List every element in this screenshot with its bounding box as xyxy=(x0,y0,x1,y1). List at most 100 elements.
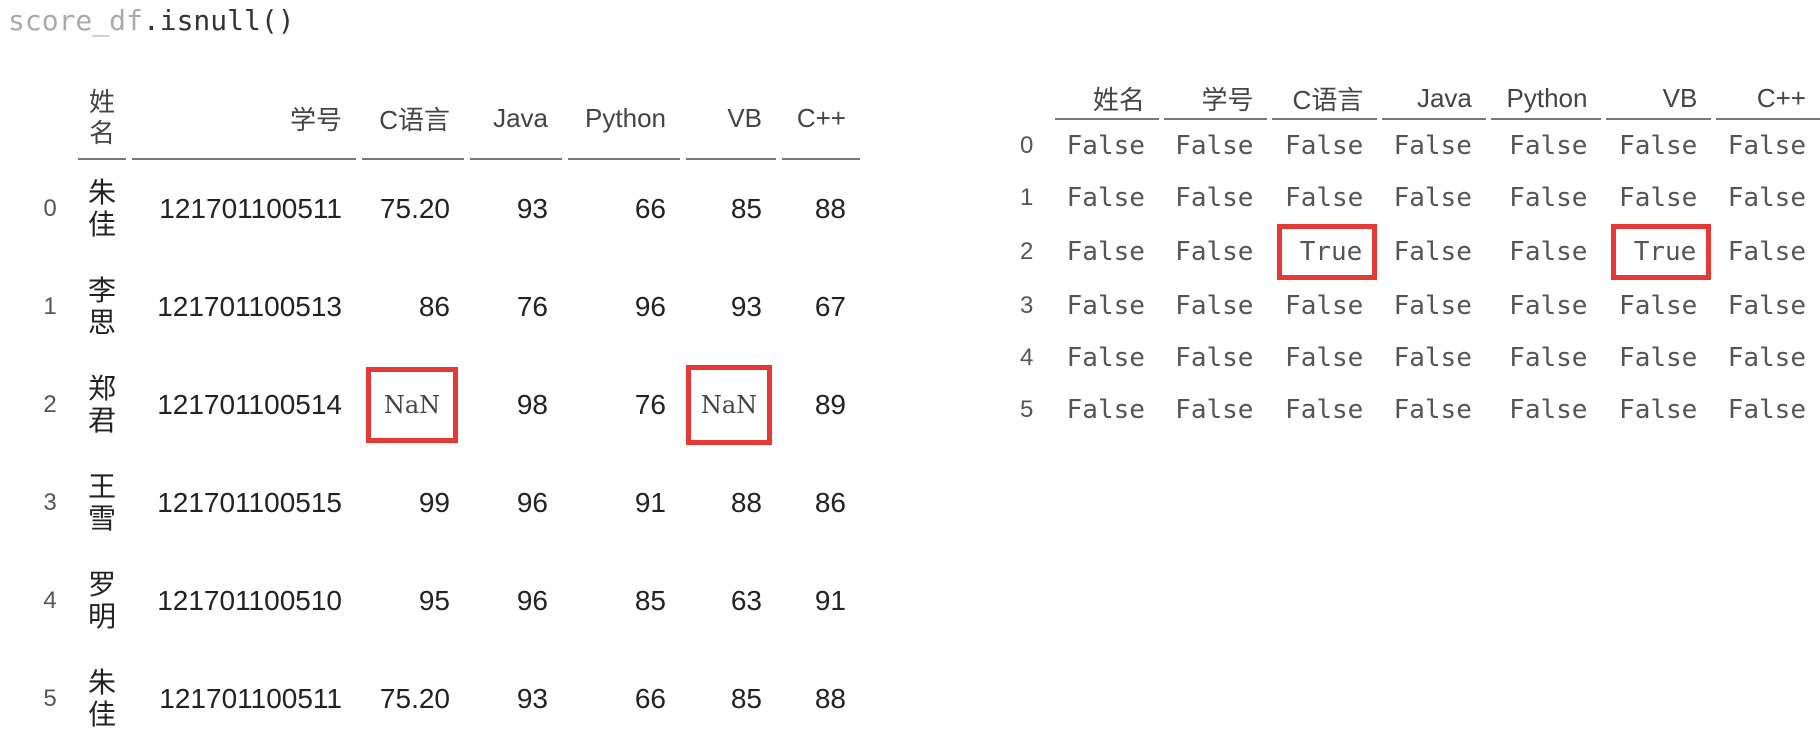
bool-cell: False xyxy=(1285,395,1364,425)
cell-vb-missing: NaN xyxy=(686,356,776,454)
column-header-vb: VB xyxy=(686,78,776,160)
cell-python: 66 xyxy=(634,683,666,714)
cell-c: 75.20 xyxy=(379,193,450,224)
table-row: 3 王雪 121701100515 99 96 91 88 86 xyxy=(22,454,860,552)
cell-cpp: 89 xyxy=(814,389,846,420)
score-dataframe-table: 姓名 学号 C语言 Java Python VB C++ 0 朱佳 121701… xyxy=(22,78,860,748)
true-highlight-box: True xyxy=(1611,224,1712,280)
bool-cell: False xyxy=(1285,131,1364,161)
index-header xyxy=(22,78,78,160)
cell-cpp: 91 xyxy=(814,585,846,616)
row-index: 1 xyxy=(1020,184,1034,211)
row-index: 4 xyxy=(43,587,57,614)
row-index: 1 xyxy=(43,293,57,320)
cell-vb: 93 xyxy=(730,291,762,322)
column-header-cpp: C++ xyxy=(782,78,860,160)
bool-cell-true: True xyxy=(1272,224,1378,280)
column-header-java: Java xyxy=(1382,78,1486,120)
bool-cell: False xyxy=(1509,237,1588,267)
bool-cell: False xyxy=(1393,183,1472,213)
table-row: 3 False False False False False False Fa… xyxy=(1020,280,1820,332)
cell-cpp: 67 xyxy=(814,291,846,322)
column-header-name: 姓名 xyxy=(78,78,126,160)
cell-name: 罗明 xyxy=(87,568,116,632)
cell-java: 96 xyxy=(516,487,548,518)
cell-sid: 121701100511 xyxy=(159,193,342,224)
bool-cell: False xyxy=(1393,237,1472,267)
cell-name: 朱佳 xyxy=(87,176,116,240)
bool-cell: False xyxy=(1066,395,1145,425)
bool-cell: False xyxy=(1175,291,1254,321)
row-index: 2 xyxy=(1020,238,1034,265)
cell-vb: 85 xyxy=(730,193,762,224)
column-header-cpp: C++ xyxy=(1716,78,1820,120)
cell-python: 91 xyxy=(634,487,666,518)
table-row: 2 郑君 121701100514 NaN 98 76 NaN 89 xyxy=(22,356,860,454)
row-index: 3 xyxy=(1020,292,1034,319)
bool-cell: False xyxy=(1727,183,1806,213)
table-row: 5 False False False False False False Fa… xyxy=(1020,384,1820,436)
bool-cell: False xyxy=(1509,131,1588,161)
bool-cell: False xyxy=(1175,131,1254,161)
table-row: 4 罗明 121701100510 95 96 85 63 91 xyxy=(22,552,860,650)
bool-cell: False xyxy=(1393,291,1472,321)
cell-python: 66 xyxy=(634,193,666,224)
table-row: 4 False False False False False False Fa… xyxy=(1020,332,1820,384)
isnull-result-table: 姓名 学号 C语言 Java Python VB C++ 0 False Fal… xyxy=(1020,78,1820,436)
bool-cell: False xyxy=(1393,343,1472,373)
column-header-java: Java xyxy=(470,78,562,160)
bool-cell: False xyxy=(1066,131,1145,161)
code-line: score_df.isnull() xyxy=(8,4,295,37)
cell-sid: 121701100510 xyxy=(157,585,342,616)
cell-sid: 121701100514 xyxy=(157,389,342,420)
table-row: 1 False False False False False False Fa… xyxy=(1020,172,1820,224)
cell-c: 86 xyxy=(418,291,450,322)
bool-cell: False xyxy=(1175,343,1254,373)
bool-cell: False xyxy=(1727,395,1806,425)
table-row: 0 朱佳 121701100511 75.20 93 66 85 88 xyxy=(22,160,860,258)
column-header-c: C语言 xyxy=(1272,78,1378,120)
cell-cpp: 86 xyxy=(814,487,846,518)
cell-name: 王雪 xyxy=(87,470,116,534)
bool-cell: False xyxy=(1727,343,1806,373)
bool-cell: False xyxy=(1175,395,1254,425)
bool-cell: False xyxy=(1175,183,1254,213)
cell-name: 朱佳 xyxy=(87,666,116,730)
bool-cell: False xyxy=(1619,131,1698,161)
column-header-python: Python xyxy=(568,78,680,160)
row-index: 4 xyxy=(1020,344,1034,371)
cell-java: 98 xyxy=(516,389,548,420)
bool-cell: False xyxy=(1509,291,1588,321)
bool-cell: False xyxy=(1619,343,1698,373)
true-highlight-box: True xyxy=(1277,224,1378,280)
bool-cell: False xyxy=(1509,395,1588,425)
column-header-sid: 学号 xyxy=(1163,78,1268,120)
bool-cell: False xyxy=(1619,183,1698,213)
cell-vb: 88 xyxy=(730,487,762,518)
nan-highlight-box: NaN xyxy=(686,365,772,445)
cell-c-missing: NaN xyxy=(362,356,464,454)
bool-cell: False xyxy=(1285,343,1364,373)
bool-cell: False xyxy=(1727,237,1806,267)
cell-c: 75.20 xyxy=(379,683,450,714)
column-header-python: Python xyxy=(1490,78,1602,120)
cell-c: 95 xyxy=(418,585,450,616)
bool-cell: False xyxy=(1285,291,1364,321)
row-index: 5 xyxy=(43,685,57,712)
cell-sid: 121701100515 xyxy=(157,487,342,518)
bool-cell: False xyxy=(1393,395,1472,425)
bool-cell: False xyxy=(1509,343,1588,373)
table-row: 0 False False False False False False Fa… xyxy=(1020,120,1820,172)
nan-highlight-box: NaN xyxy=(366,367,458,443)
cell-java: 76 xyxy=(516,291,548,322)
row-index: 0 xyxy=(1020,132,1034,159)
cell-java: 93 xyxy=(516,683,548,714)
cell-vb: 63 xyxy=(730,585,762,616)
bool-cell: False xyxy=(1175,237,1254,267)
cell-sid: 121701100513 xyxy=(157,291,342,322)
column-header-sid: 学号 xyxy=(132,78,356,160)
row-index: 2 xyxy=(43,391,57,418)
column-header-vb: VB xyxy=(1606,78,1712,120)
cell-java: 96 xyxy=(516,585,548,616)
bool-cell: False xyxy=(1619,291,1698,321)
